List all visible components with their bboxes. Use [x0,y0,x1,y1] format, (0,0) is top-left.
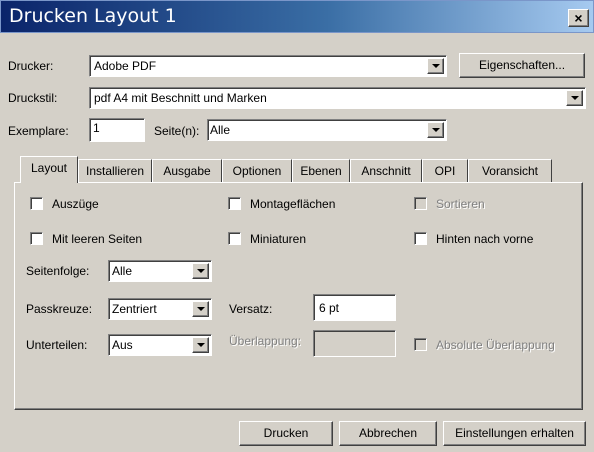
page-sequence-value: Alle [112,264,133,278]
blank-pages-checkbox[interactable] [30,232,43,245]
collate-checkbox[interactable] [414,197,427,210]
printer-dropdown-button[interactable] [427,58,444,74]
chevron-down-icon [197,343,205,347]
close-icon: × [574,10,583,26]
pages-dropdown-button[interactable] [427,122,444,138]
tab-optionen[interactable]: Optionen [222,159,292,182]
spreads-checkbox[interactable] [228,197,241,210]
registration-dropdown-button[interactable] [192,301,209,317]
tiling-label: Unterteilen: [26,338,88,352]
thumbnails-checkbox[interactable] [228,232,241,245]
registration-select[interactable]: Zentriert [108,298,212,320]
chevron-down-icon [197,269,205,273]
overlap-input[interactable] [313,330,396,357]
tiling-dropdown-button[interactable] [192,337,209,353]
tab-ausgabe[interactable]: Ausgabe [152,159,222,182]
chevron-down-icon [432,128,440,132]
collate-label: Sortieren [436,197,485,211]
layout-panel [14,182,583,410]
tab-installieren[interactable]: Installieren [78,159,152,182]
close-button[interactable]: × [568,9,589,27]
offset-label: Versatz: [229,302,273,316]
style-label: Druckstil: [8,91,58,105]
copies-value: 1 [93,121,100,135]
tab-voransicht[interactable]: Voransicht [468,159,552,182]
printer-select[interactable]: Adobe PDF [89,55,447,77]
properties-button[interactable]: Eigenschaften... [459,53,585,78]
save-settings-button[interactable]: Einstellungen erhalten [443,421,586,446]
thumbnails-label: Miniaturen [250,232,307,246]
blank-pages-label: Mit leeren Seiten [52,232,143,246]
chevron-down-icon [197,307,205,311]
back-to-front-label: Hinten nach vorne [436,232,534,246]
page-sequence-select[interactable]: Alle [108,260,212,282]
chevron-down-icon [571,96,579,100]
pages-value: Alle [210,123,231,137]
offset-value: 6 pt [319,301,340,315]
separations-label: Auszüge [52,197,99,211]
pages-label: Seite(n): [154,124,200,138]
back-to-front-checkbox[interactable] [414,232,427,245]
tiling-select[interactable]: Aus [108,334,212,356]
style-dropdown-button[interactable] [566,90,583,106]
window-title: Drucken Layout 1 [9,5,177,27]
printer-value: Adobe PDF [94,59,157,73]
tiling-value: Aus [112,338,133,352]
copies-label: Exemplare: [8,124,69,138]
tab-opi[interactable]: OPI [422,159,468,182]
spreads-label: Montageflächen [250,197,336,211]
tab-layout[interactable]: Layout [20,156,78,183]
overlap-label: Überlappung: [229,334,302,348]
page-sequence-label: Seitenfolge: [26,264,90,278]
separations-checkbox[interactable] [30,197,43,210]
tab-anschnitt[interactable]: Anschnitt [350,159,422,182]
pages-select[interactable]: Alle [207,119,447,141]
style-select[interactable]: pdf A4 mit Beschnitt und Marken [89,87,586,109]
tab-ebenen[interactable]: Ebenen [292,159,350,182]
registration-label: Passkreuze: [26,302,93,316]
print-button[interactable]: Drucken [239,421,333,446]
cancel-button[interactable]: Abbrechen [339,421,437,446]
page-sequence-dropdown-button[interactable] [192,263,209,279]
registration-value: Zentriert [112,302,157,316]
printer-label: Drucker: [8,59,54,73]
offset-input[interactable]: 6 pt [313,294,396,321]
absolute-overlap-label: Absolute Überlappung [436,338,555,352]
style-value: pdf A4 mit Beschnitt und Marken [94,91,267,105]
copies-input[interactable]: 1 [89,118,145,142]
chevron-down-icon [432,64,440,68]
absolute-overlap-checkbox[interactable] [414,338,427,351]
